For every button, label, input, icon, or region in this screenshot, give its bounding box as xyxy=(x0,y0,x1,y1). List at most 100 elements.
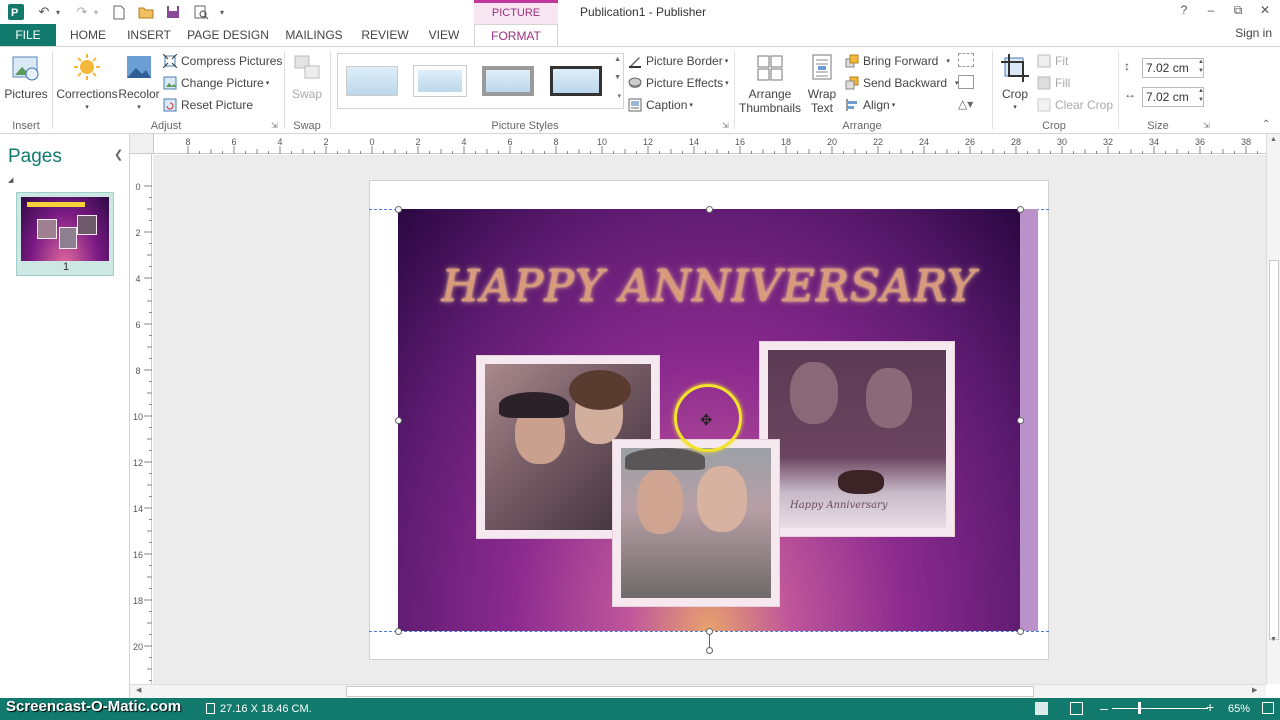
sign-in-link[interactable]: Sign in xyxy=(1235,26,1272,40)
two-page-view-icon[interactable] xyxy=(1070,702,1083,715)
pictures-button[interactable]: Pictures xyxy=(4,53,48,101)
horizontal-scrollbar[interactable]: ◀ ▶ xyxy=(130,684,1266,698)
fit-button[interactable]: Fit xyxy=(1037,51,1068,71)
picture-styles-dialog-launcher-icon[interactable]: ⇲ xyxy=(722,121,729,130)
picture-effects-button[interactable]: Picture Effects ▾ xyxy=(628,73,729,93)
undo-dropdown-icon[interactable]: ▾ xyxy=(54,3,62,21)
picture-style-3[interactable] xyxy=(482,66,534,96)
tab-file[interactable]: FILE xyxy=(0,24,56,46)
shape-width-spinner-icon[interactable]: ▲ ▼ xyxy=(1198,87,1204,105)
horizontal-scroll-thumb[interactable] xyxy=(346,686,1034,697)
gallery-more-icon[interactable]: ▾ xyxy=(617,92,621,100)
print-preview-icon[interactable] xyxy=(191,3,211,21)
scroll-left-icon[interactable]: ◀ xyxy=(136,686,141,694)
resize-handle-top[interactable] xyxy=(706,206,713,213)
shape-width-input[interactable]: 7.02 cm xyxy=(1142,87,1204,107)
bring-forward-button[interactable]: Bring Forward ▾ xyxy=(845,51,950,71)
adjust-dialog-launcher-icon[interactable]: ⇲ xyxy=(271,121,278,130)
zoom-level[interactable]: 65% xyxy=(1228,703,1250,715)
scroll-up-icon[interactable]: ▲ xyxy=(1270,136,1277,143)
pictures-label: Pictures xyxy=(4,87,48,101)
help-button[interactable]: ? xyxy=(1173,3,1195,21)
collapse-pages-pane-icon[interactable]: ❮ xyxy=(114,148,123,161)
cake-inscription: Happy Anniversary xyxy=(790,500,888,511)
caption-button[interactable]: Caption ▾ xyxy=(628,95,693,115)
zoom-slider-thumb[interactable] xyxy=(1138,702,1141,714)
tab-mailings[interactable]: MAILINGS xyxy=(282,24,346,46)
undo-icon[interactable]: ↶ xyxy=(34,3,54,21)
ruler-label: 28 xyxy=(1011,137,1021,147)
ungroup-icon[interactable] xyxy=(958,75,974,89)
vertical-scrollbar[interactable]: ▲ ▼ xyxy=(1266,134,1280,684)
photo-couple-cake[interactable]: Happy Anniversary xyxy=(759,341,955,537)
zoom-in-icon[interactable]: + xyxy=(1206,699,1214,715)
group-objects-icon[interactable] xyxy=(958,53,974,67)
corrections-button[interactable]: Corrections ▾ xyxy=(56,53,118,115)
tab-page-design[interactable]: PAGE DESIGN xyxy=(186,24,270,46)
tab-review[interactable]: REVIEW xyxy=(356,24,414,46)
collapse-ribbon-icon[interactable]: ⌃ xyxy=(1262,119,1270,130)
resize-handle-top-left[interactable] xyxy=(395,206,402,213)
page-thumbnail-image xyxy=(21,197,109,261)
picture-style-2[interactable] xyxy=(414,66,466,96)
change-picture-button[interactable]: Change Picture ▾ xyxy=(163,73,269,93)
swap-button[interactable]: Swap xyxy=(288,53,326,101)
fill-button[interactable]: Fill xyxy=(1037,73,1070,93)
minimize-icon[interactable]: – xyxy=(1200,3,1222,21)
recolor-button[interactable]: Recolor ▾ xyxy=(118,53,160,115)
close-icon[interactable]: ✕ xyxy=(1254,3,1276,21)
open-folder-icon[interactable] xyxy=(136,3,156,21)
restore-icon[interactable]: ⧉ xyxy=(1227,3,1249,21)
align-button[interactable]: Align ▾ xyxy=(845,95,895,115)
resize-handle-bottom[interactable] xyxy=(706,628,713,635)
bring-forward-icon xyxy=(845,54,859,68)
ruler-label: 4 xyxy=(277,137,282,147)
gallery-scroll-up-icon[interactable]: ▲ xyxy=(614,56,621,63)
resize-handle-bottom-left[interactable] xyxy=(395,628,402,635)
shape-height-spinner-icon[interactable]: ▲ ▼ xyxy=(1198,58,1204,76)
scroll-right-icon[interactable]: ▶ xyxy=(1252,686,1257,694)
crop-button[interactable]: Crop ▾ xyxy=(996,53,1034,115)
workspace-canvas[interactable]: HAPPY ANNIVERSARY Happy Anniversary ✥ xyxy=(153,155,1266,684)
tab-view[interactable]: VIEW xyxy=(424,24,464,46)
single-page-view-icon[interactable] xyxy=(1035,702,1048,715)
zoom-slider[interactable] xyxy=(1112,702,1208,714)
wrap-text-button[interactable]: Wrap Text xyxy=(804,53,840,115)
clear-crop-button[interactable]: Clear Crop xyxy=(1037,95,1113,115)
compress-pictures-button[interactable]: Compress Pictures xyxy=(162,51,282,71)
picture-border-button[interactable]: Picture Border ▾ xyxy=(628,51,728,71)
zoom-out-icon[interactable]: – xyxy=(1100,700,1108,716)
vertical-scroll-thumb[interactable] xyxy=(1269,260,1279,640)
fill-label: Fill xyxy=(1055,76,1071,90)
tab-format[interactable]: FORMAT xyxy=(474,24,558,47)
picture-style-4[interactable] xyxy=(550,66,602,96)
customize-toolbar-icon[interactable]: ▾ xyxy=(216,3,228,21)
send-backward-button[interactable]: Send Backward ▾ xyxy=(845,73,959,93)
scroll-down-icon[interactable]: ▼ xyxy=(1270,636,1277,643)
reset-picture-button[interactable]: Reset Picture xyxy=(163,95,253,115)
tab-insert[interactable]: INSERT xyxy=(122,24,176,46)
vertical-ruler[interactable]: 0 2 4 6 8 10 12 14 16 18 20 xyxy=(130,154,152,684)
rotate-objects-icon[interactable]: △▾ xyxy=(958,97,973,111)
picture-style-1[interactable] xyxy=(346,66,398,96)
shape-height-input[interactable]: 7.02 cm xyxy=(1142,58,1204,78)
rotation-handle[interactable] xyxy=(706,647,713,654)
resize-handle-top-right[interactable] xyxy=(1017,206,1024,213)
save-icon[interactable] xyxy=(163,3,183,21)
gallery-scroll-down-icon[interactable]: ▼ xyxy=(614,74,621,81)
size-dialog-launcher-icon[interactable]: ⇲ xyxy=(1203,121,1210,130)
redo-icon[interactable]: ↷ xyxy=(72,3,92,21)
ruler-label: 38 xyxy=(1241,137,1251,147)
redo-dropdown-icon[interactable]: ▾ xyxy=(92,3,100,21)
new-document-icon[interactable] xyxy=(110,3,128,21)
vertical-ruler-scale: 0 2 4 6 8 10 12 14 16 18 20 xyxy=(133,182,152,681)
resize-handle-bottom-right[interactable] xyxy=(1017,628,1024,635)
photo-couple-selfie[interactable] xyxy=(612,439,780,607)
page-thumbnail[interactable]: 1 xyxy=(16,192,114,276)
arrange-thumbnails-button[interactable]: Arrange Thumbnails xyxy=(737,53,803,115)
horizontal-ruler[interactable]: 8 6 4 2 0 2 4 6 8 10 12 14 16 18 20 22 24 26 28 30 32 34 36 38 xyxy=(154,134,1266,154)
tab-home[interactable]: HOME xyxy=(64,24,112,46)
fit-page-icon[interactable] xyxy=(1262,702,1274,714)
resize-handle-left[interactable] xyxy=(395,417,402,424)
resize-handle-right[interactable] xyxy=(1017,417,1024,424)
